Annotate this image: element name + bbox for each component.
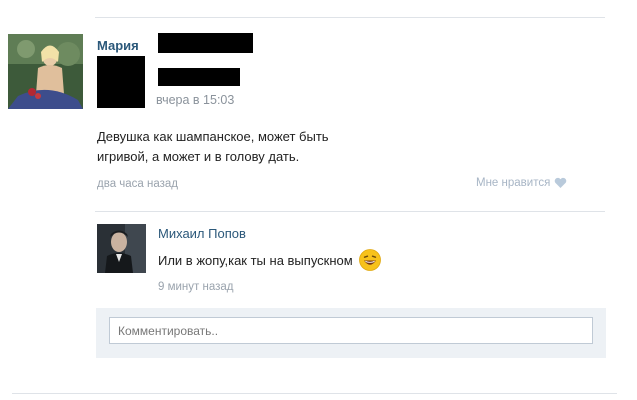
top-divider (95, 17, 605, 18)
post-text-line-2: игривой, а может и в голову дать. (97, 149, 300, 164)
like-label: Мне нравится (476, 177, 551, 189)
comment-input[interactable] (109, 317, 593, 344)
bottom-divider (12, 393, 617, 394)
post-time[interactable]: два часа назад (97, 178, 178, 190)
heart-icon (554, 177, 567, 189)
laughing-emoji-icon (358, 249, 381, 271)
reply-text: Или в жопу,как ты на выпускном (158, 249, 381, 271)
reply-text-content: Или в жопу,как ты на выпускном (158, 252, 353, 268)
like-button[interactable]: Мне нравится (476, 177, 567, 189)
post-text-line-1: Девушка как шампанское, может быть (97, 129, 329, 144)
redacted-attachment (97, 56, 145, 108)
reply-author-avatar[interactable] (97, 224, 146, 273)
author-avatar[interactable] (8, 34, 83, 109)
reply-author-name[interactable]: Михаил Попов (158, 226, 246, 241)
redacted-surname (158, 33, 253, 53)
reply-divider (95, 211, 605, 212)
post-author-name[interactable]: Мария (97, 38, 139, 53)
reply-time[interactable]: 9 минут назад (158, 281, 233, 293)
post-sublabel-time: вчера в 15:03 (156, 93, 235, 107)
redacted-sublabel (158, 68, 240, 86)
comment-box (96, 308, 606, 358)
